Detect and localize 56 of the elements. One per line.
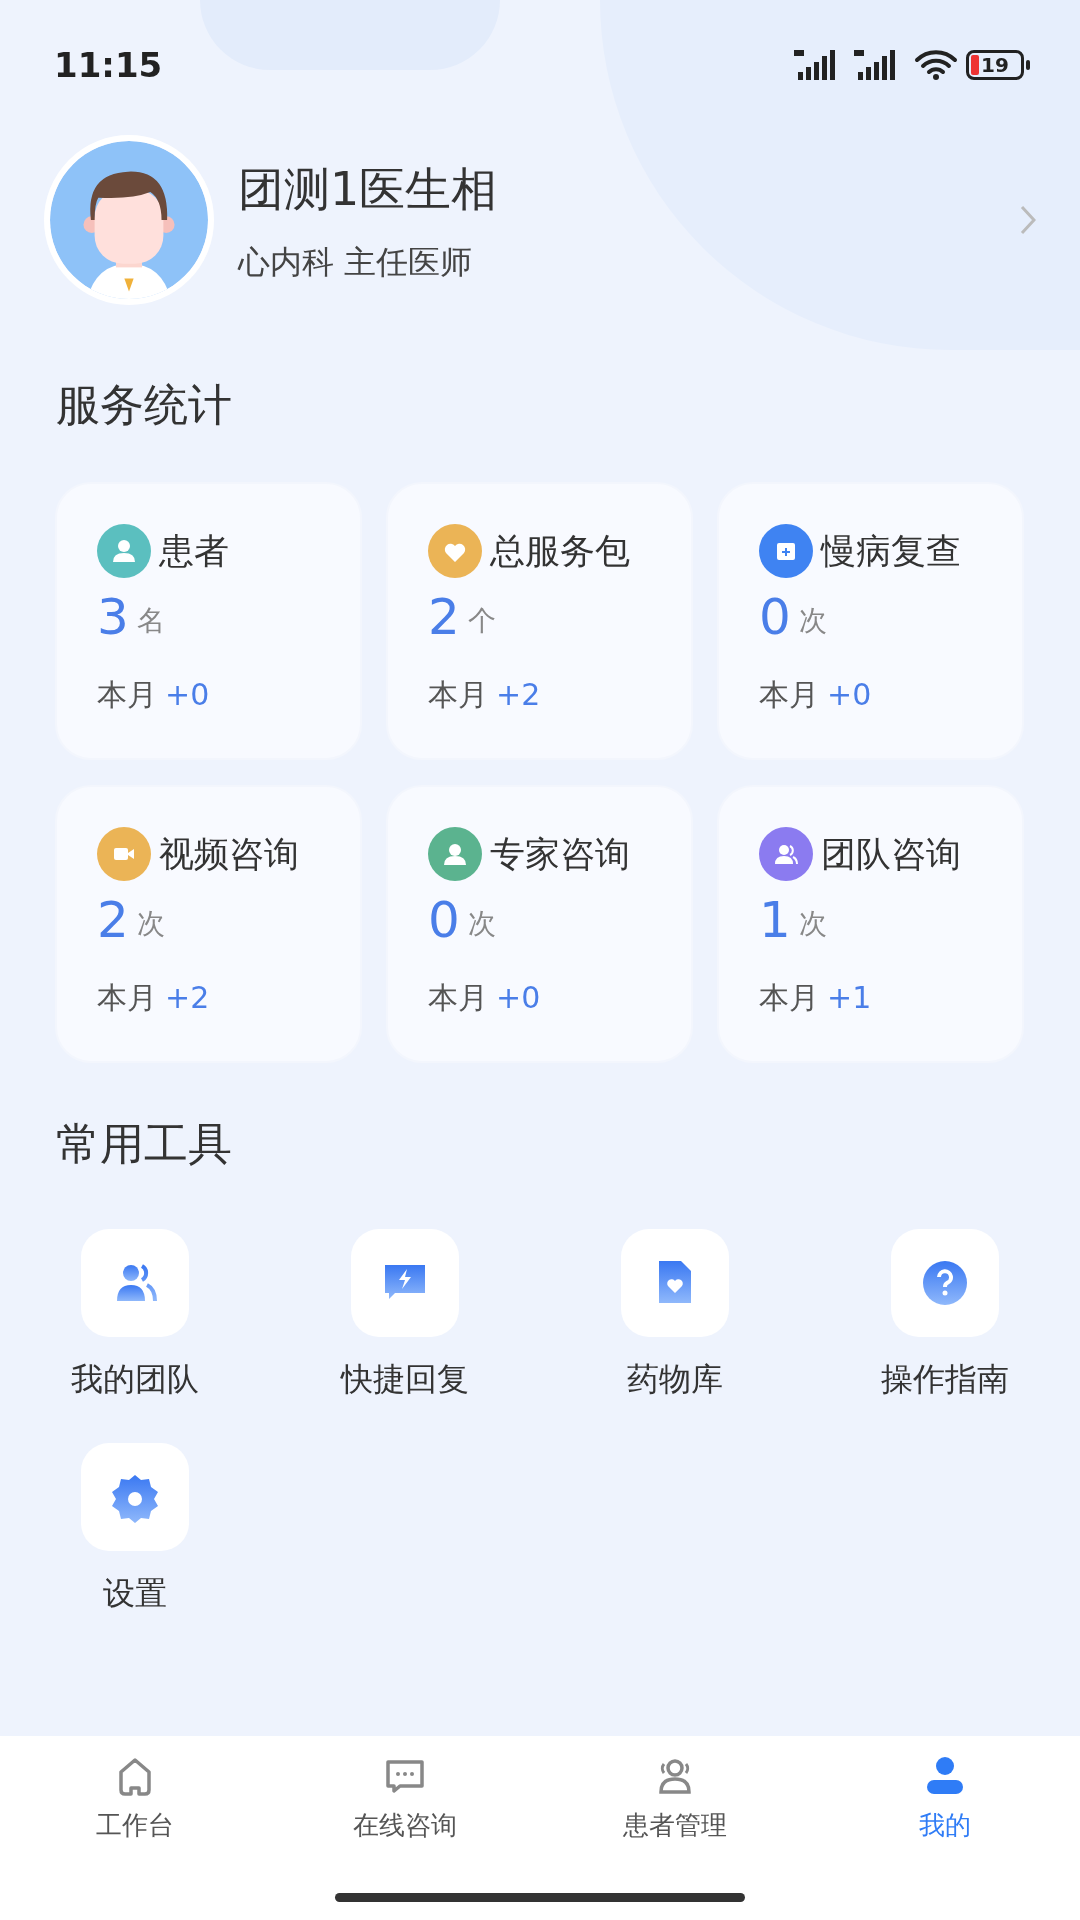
section-title: 常用工具 [55,1117,233,1171]
tab[interactable]: 我的 [810,1736,1080,1920]
stat-value: 2 [97,895,129,945]
period-label: 本月 [97,979,157,1017]
stat-value: 1 [759,895,791,945]
tool-label: 快捷回复 [341,1359,469,1400]
tool-button[interactable] [621,1229,729,1337]
stat-card[interactable]: 慢病复查 0 次 本月 +0 [717,482,1024,760]
stat-unit: 名 [136,603,165,639]
stat-title: 视频咨询 [159,832,299,876]
tool-button[interactable] [351,1229,459,1337]
tool-label: 设置 [103,1573,167,1614]
tool-label: 药物库 [627,1359,723,1400]
stat-title: 慢病复查 [821,529,961,573]
stat-title: 团队咨询 [821,832,961,876]
stat-title: 专家咨询 [490,832,630,876]
tab[interactable]: 在线咨询 [270,1736,540,1920]
stat-card[interactable]: 团队咨询 1 次 本月 +1 [717,785,1024,1063]
stat-value: 2 [428,592,460,642]
period-label: 本月 [428,979,488,1017]
period-label: 本月 [759,676,819,714]
wifi-icon [914,49,958,81]
tool-button[interactable] [81,1443,189,1551]
period-label: 本月 [428,676,488,714]
monthly-change: +0 [165,676,210,714]
status-time: 11:15 [54,43,163,87]
tool-button[interactable] [891,1229,999,1337]
tool-label: 操作指南 [881,1359,1009,1400]
stat-unit: 个 [467,603,496,639]
stat-unit: 次 [136,906,165,942]
period-label: 本月 [97,676,157,714]
stat-card[interactable]: 患者 3 名 本月 +0 [55,482,362,760]
monthly-change: +2 [165,979,210,1017]
stat-title: 总服务包 [490,529,630,573]
section-title: 服务统计 [55,378,233,432]
tab[interactable]: 患者管理 [540,1736,810,1920]
monthly-change: +0 [496,979,541,1017]
tool-button[interactable] [81,1229,189,1337]
monthly-change: +2 [496,676,541,714]
stat-unit: 次 [798,603,827,639]
stat-value: 0 [759,592,791,642]
period-label: 本月 [759,979,819,1017]
stat-unit: 次 [467,906,496,942]
tab[interactable]: 工作台 [0,1736,270,1920]
stat-card[interactable]: 专家咨询 0 次 本月 +0 [386,785,693,1063]
stat-value: 3 [97,592,129,642]
stat-unit: 次 [798,906,827,942]
tool-label: 我的团队 [71,1359,199,1400]
monthly-change: +0 [827,676,872,714]
stat-value: 0 [428,895,460,945]
stat-card[interactable]: 视频咨询 2 次 本月 +2 [55,785,362,1063]
doctor-title: 心内科 主任医师 [238,241,474,283]
monthly-change: +1 [827,979,872,1017]
doctor-name: 团测1医生相 [238,160,499,218]
stat-title: 患者 [159,529,229,573]
stat-card[interactable]: 总服务包 2 个 本月 +2 [386,482,693,760]
